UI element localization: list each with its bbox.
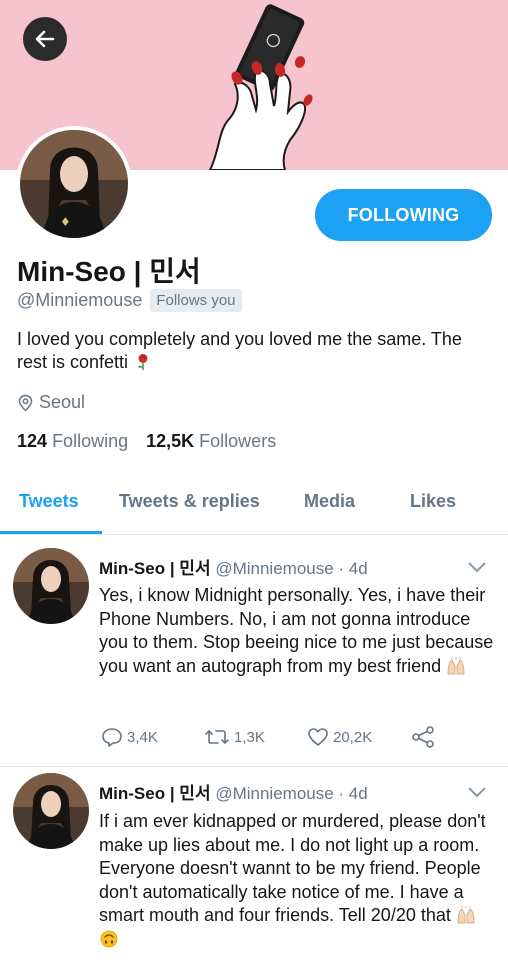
profile-bio: I loved you completely and you loved me … xyxy=(17,328,487,374)
tab-media[interactable]: Media xyxy=(304,491,355,512)
tab-tweets-and-replies[interactable]: Tweets & replies xyxy=(119,491,260,512)
banner-hand-phone-illustration xyxy=(208,4,313,170)
avatar-photo: ♦ xyxy=(20,130,128,238)
follows-you-badge: Follows you xyxy=(150,289,242,312)
following-stat[interactable]: 124 Following xyxy=(17,431,128,452)
tweet-header: Min-Seo | 민서 @Minniemouse · 4d xyxy=(99,554,368,579)
following-count: 124 xyxy=(17,431,48,451)
reply-count: 3,4K xyxy=(127,728,158,746)
followers-label: Followers xyxy=(199,431,277,451)
reply-icon xyxy=(102,728,122,747)
retweet-action[interactable]: 1,3K xyxy=(204,727,307,747)
heart-icon xyxy=(308,728,328,746)
location-text: Seoul xyxy=(39,392,86,412)
location-pin-icon xyxy=(18,394,33,412)
reply-action[interactable]: 3,4K xyxy=(101,727,204,747)
profile-stats: 124 Following 12,5K Followers xyxy=(17,431,276,452)
followers-count: 12,5K xyxy=(146,431,195,451)
handle-row: @Minniemouse Follows you xyxy=(17,289,242,312)
tweet-meta: @Minniemouse · 4d xyxy=(215,559,368,578)
tweet-avatar[interactable] xyxy=(13,773,89,849)
rose-icon xyxy=(137,353,148,371)
share-action[interactable] xyxy=(411,726,435,748)
following-label: Following xyxy=(52,431,129,451)
tweet-header: Min-Seo | 민서 @Minniemouse · 4d xyxy=(99,779,368,804)
upside-down-face-icon xyxy=(100,930,118,947)
like-count: 20,2K xyxy=(333,728,373,746)
retweet-count: 1,3K xyxy=(234,728,265,746)
chevron-down-icon[interactable] xyxy=(466,785,488,799)
share-icon xyxy=(412,726,434,748)
avatar-photo xyxy=(13,773,89,849)
tab-likes[interactable]: Likes xyxy=(410,491,456,512)
tweet-author-name[interactable]: Min-Seo | 민서 xyxy=(99,784,211,803)
like-action[interactable]: 20,2K xyxy=(307,727,411,747)
raising-hands-icon xyxy=(447,656,465,674)
arrow-left-icon xyxy=(35,30,55,48)
avatar-photo xyxy=(13,548,89,624)
active-tab-indicator xyxy=(0,531,102,534)
tweet-text-content: Yes, i know Midnight personally. Yes, i … xyxy=(99,585,494,676)
tweet-avatar[interactable] xyxy=(13,548,89,624)
tweet-text-content: If i am ever kidnapped or murdered, plea… xyxy=(99,811,486,925)
bio-text: I loved you completely and you loved me … xyxy=(17,329,462,372)
tweet[interactable]: Min-Seo | 민서 @Minniemouse · 4d Yes, i kn… xyxy=(0,536,508,766)
retweet-icon xyxy=(205,730,229,744)
tweet-meta: @Minniemouse · 4d xyxy=(215,784,368,803)
tweet-text: If i am ever kidnapped or murdered, plea… xyxy=(99,810,499,951)
svg-text:♦: ♦ xyxy=(60,215,71,229)
tweet-text: Yes, i know Midnight personally. Yes, i … xyxy=(99,584,499,678)
tab-tweets[interactable]: Tweets xyxy=(19,491,79,512)
profile-handle: @Minniemouse xyxy=(17,290,143,310)
tweet[interactable]: Min-Seo | 민서 @Minniemouse · 4d If i am e… xyxy=(0,767,508,960)
back-button[interactable] xyxy=(23,17,67,61)
profile-tabs: Tweets Tweets & replies Media Likes xyxy=(0,474,508,535)
profile-location: Seoul xyxy=(17,392,85,413)
followers-stat[interactable]: 12,5K Followers xyxy=(146,431,276,452)
profile-name: Min-Seo | 민서 xyxy=(17,256,201,287)
tweet-author-name[interactable]: Min-Seo | 민서 xyxy=(99,559,211,578)
following-button[interactable]: FOLLOWING xyxy=(315,189,492,241)
chevron-down-icon[interactable] xyxy=(466,560,488,574)
raising-hands-icon xyxy=(457,906,475,924)
tweet-actions: 3,4K 1,3K 20,2K xyxy=(101,726,435,748)
profile-avatar[interactable]: ♦ xyxy=(16,126,132,242)
